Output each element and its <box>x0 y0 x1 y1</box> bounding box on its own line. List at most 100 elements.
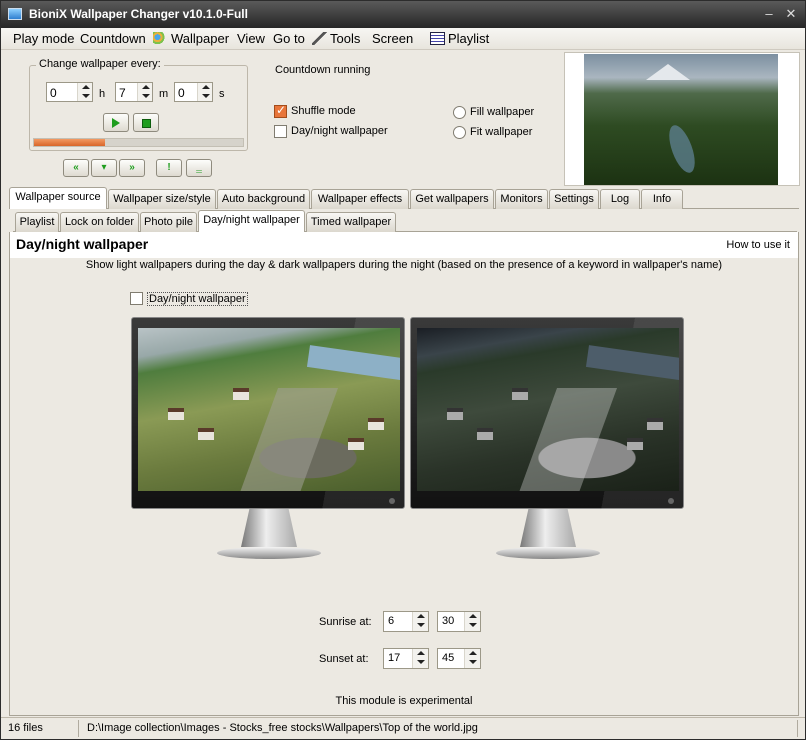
enable-day-night-checkbox[interactable] <box>130 292 143 305</box>
tab-wallpaper-size-style[interactable]: Wallpaper size/style <box>108 189 216 209</box>
subtab-playlist[interactable]: Playlist <box>15 212 59 232</box>
exclamation-icon: ! <box>167 162 171 173</box>
random-wallpaper-button[interactable]: ▾ <box>91 159 117 177</box>
seconds-spin-arrows[interactable] <box>197 83 212 101</box>
tab-settings[interactable]: Settings <box>549 189 599 209</box>
next-wallpaper-button[interactable]: » <box>119 159 145 177</box>
sunrise-minute-arrows[interactable] <box>464 612 480 631</box>
tab-monitors[interactable]: Monitors <box>495 189 548 209</box>
sunrise-hour-stepper[interactable]: 6 <box>383 611 429 632</box>
sunrise-hour-value: 6 <box>388 615 395 627</box>
menu-view[interactable]: View <box>237 31 265 46</box>
sunset-hour-value: 17 <box>388 652 401 664</box>
sunrise-hour-arrows[interactable] <box>412 612 428 631</box>
sunrise-label: Sunrise at: <box>319 616 372 628</box>
menu-wallpaper[interactable]: Wallpaper <box>153 31 229 46</box>
sunrise-minute-stepper[interactable]: 30 <box>437 611 481 632</box>
minutes-unit: m <box>159 88 169 100</box>
seconds-value: 0 <box>178 86 185 100</box>
tools-icon <box>312 32 327 45</box>
close-button[interactable]: ✕ <box>781 5 801 23</box>
day-monitor-illustration <box>131 317 405 561</box>
status-bar: 16 files D:\Image collection\Images - St… <box>1 717 805 739</box>
menu-countdown[interactable]: Countdown <box>80 31 146 46</box>
tab-wallpaper-source[interactable]: Wallpaper source <box>9 187 107 209</box>
hours-value: 0 <box>50 86 57 100</box>
wallpaper-icon <box>153 32 168 45</box>
shuffle-mode-label[interactable]: Shuffle mode <box>291 105 356 117</box>
menu-screen[interactable]: Screen <box>372 31 413 46</box>
countdown-status: Countdown running <box>275 64 371 76</box>
night-monitor-illustration <box>410 317 684 561</box>
fill-wallpaper-label[interactable]: Fill wallpaper <box>470 106 534 118</box>
chevron-down-icon: ▾ <box>101 162 107 173</box>
menu-bar: Play mode Countdown Wallpaper View Go to… <box>1 28 805 50</box>
app-icon[interactable] <box>8 8 22 20</box>
menu-play-mode[interactable]: Play mode <box>13 31 74 46</box>
panel-header: Day/night wallpaper How to use it <box>10 232 798 258</box>
menu-playlist-label: Playlist <box>448 31 490 46</box>
sunset-hour-stepper[interactable]: 17 <box>383 648 429 669</box>
menu-tools-label: Tools <box>330 31 361 46</box>
tray-icon: ‗ <box>196 162 202 173</box>
minutes-stepper[interactable]: 7 <box>115 82 153 102</box>
minimize-to-tray-button[interactable]: ‗ <box>186 159 212 177</box>
menu-wallpaper-label: Wallpaper <box>171 31 230 46</box>
sunrise-minute-value: 30 <box>442 615 455 627</box>
current-file-path: D:\Image collection\Images - Stocks_free… <box>87 722 478 734</box>
preview-image <box>584 54 778 185</box>
previous-icon: « <box>73 162 79 173</box>
shuffle-mode-checkbox[interactable] <box>274 103 287 118</box>
page-title: Day/night wallpaper <box>16 236 149 252</box>
menu-playlist[interactable]: Playlist <box>430 31 489 46</box>
day-night-label[interactable]: Day/night wallpaper <box>291 125 388 137</box>
hours-stepper[interactable]: 0 <box>46 82 93 102</box>
minutes-spin-arrows[interactable] <box>137 83 152 101</box>
tab-get-wallpapers[interactable]: Get wallpapers <box>410 189 494 209</box>
playlist-icon <box>430 32 445 45</box>
tab-log[interactable]: Log <box>600 189 640 209</box>
tab-auto-background[interactable]: Auto background <box>217 189 310 209</box>
title-bar[interactable]: BioniX Wallpaper Changer v10.1.0-Full ‒ … <box>1 1 805 28</box>
wallpaper-preview[interactable] <box>564 52 800 186</box>
sunset-minute-stepper[interactable]: 45 <box>437 648 481 669</box>
tab-wallpaper-effects[interactable]: Wallpaper effects <box>311 189 409 209</box>
hours-spin-arrows[interactable] <box>77 83 92 101</box>
subtab-timed-wallpaper[interactable]: Timed wallpaper <box>306 212 396 232</box>
night-scene-image <box>417 328 679 491</box>
stop-button[interactable] <box>133 113 159 132</box>
countdown-progress-fill <box>34 139 106 146</box>
enable-day-night-label[interactable]: Day/night wallpaper <box>147 292 248 306</box>
menu-go-to[interactable]: Go to <box>273 31 305 46</box>
window-title: BioniX Wallpaper Changer v10.1.0-Full <box>29 7 248 21</box>
page-description: Show light wallpapers during the day & d… <box>85 259 723 271</box>
how-to-use-link[interactable]: How to use it <box>726 239 790 251</box>
minutes-value: 7 <box>119 86 126 100</box>
sunset-minute-value: 45 <box>442 652 455 664</box>
experimental-note: This module is experimental <box>335 695 473 707</box>
subtab-lock-on-folder[interactable]: Lock on folder <box>60 212 139 232</box>
seconds-unit: s <box>219 88 225 100</box>
sunset-hour-arrows[interactable] <box>412 649 428 668</box>
play-button[interactable] <box>103 113 129 132</box>
tab-info[interactable]: Info <box>641 189 683 209</box>
fill-wallpaper-radio[interactable] <box>453 106 466 119</box>
sunset-minute-arrows[interactable] <box>464 649 480 668</box>
sunset-label: Sunset at: <box>319 653 369 665</box>
next-icon: » <box>129 162 135 173</box>
subtab-photo-pile[interactable]: Photo pile <box>140 212 197 232</box>
change-wallpaper-title: Change wallpaper every: <box>36 58 164 70</box>
menu-tools[interactable]: Tools <box>312 31 360 46</box>
seconds-stepper[interactable]: 0 <box>174 82 213 102</box>
alert-button[interactable]: ! <box>156 159 182 177</box>
fit-wallpaper-radio[interactable] <box>453 126 466 139</box>
file-count: 16 files <box>8 722 43 734</box>
minimize-button[interactable]: ‒ <box>759 5 779 23</box>
day-night-checkbox[interactable] <box>274 125 287 138</box>
fit-wallpaper-label[interactable]: Fit wallpaper <box>470 126 532 138</box>
hours-unit: h <box>99 88 106 100</box>
previous-wallpaper-button[interactable]: « <box>63 159 89 177</box>
day-scene-image <box>138 328 400 491</box>
subtab-day-night-wallpaper[interactable]: Day/night wallpaper <box>198 210 305 232</box>
app-window: BioniX Wallpaper Changer v10.1.0-Full ‒ … <box>0 0 806 740</box>
